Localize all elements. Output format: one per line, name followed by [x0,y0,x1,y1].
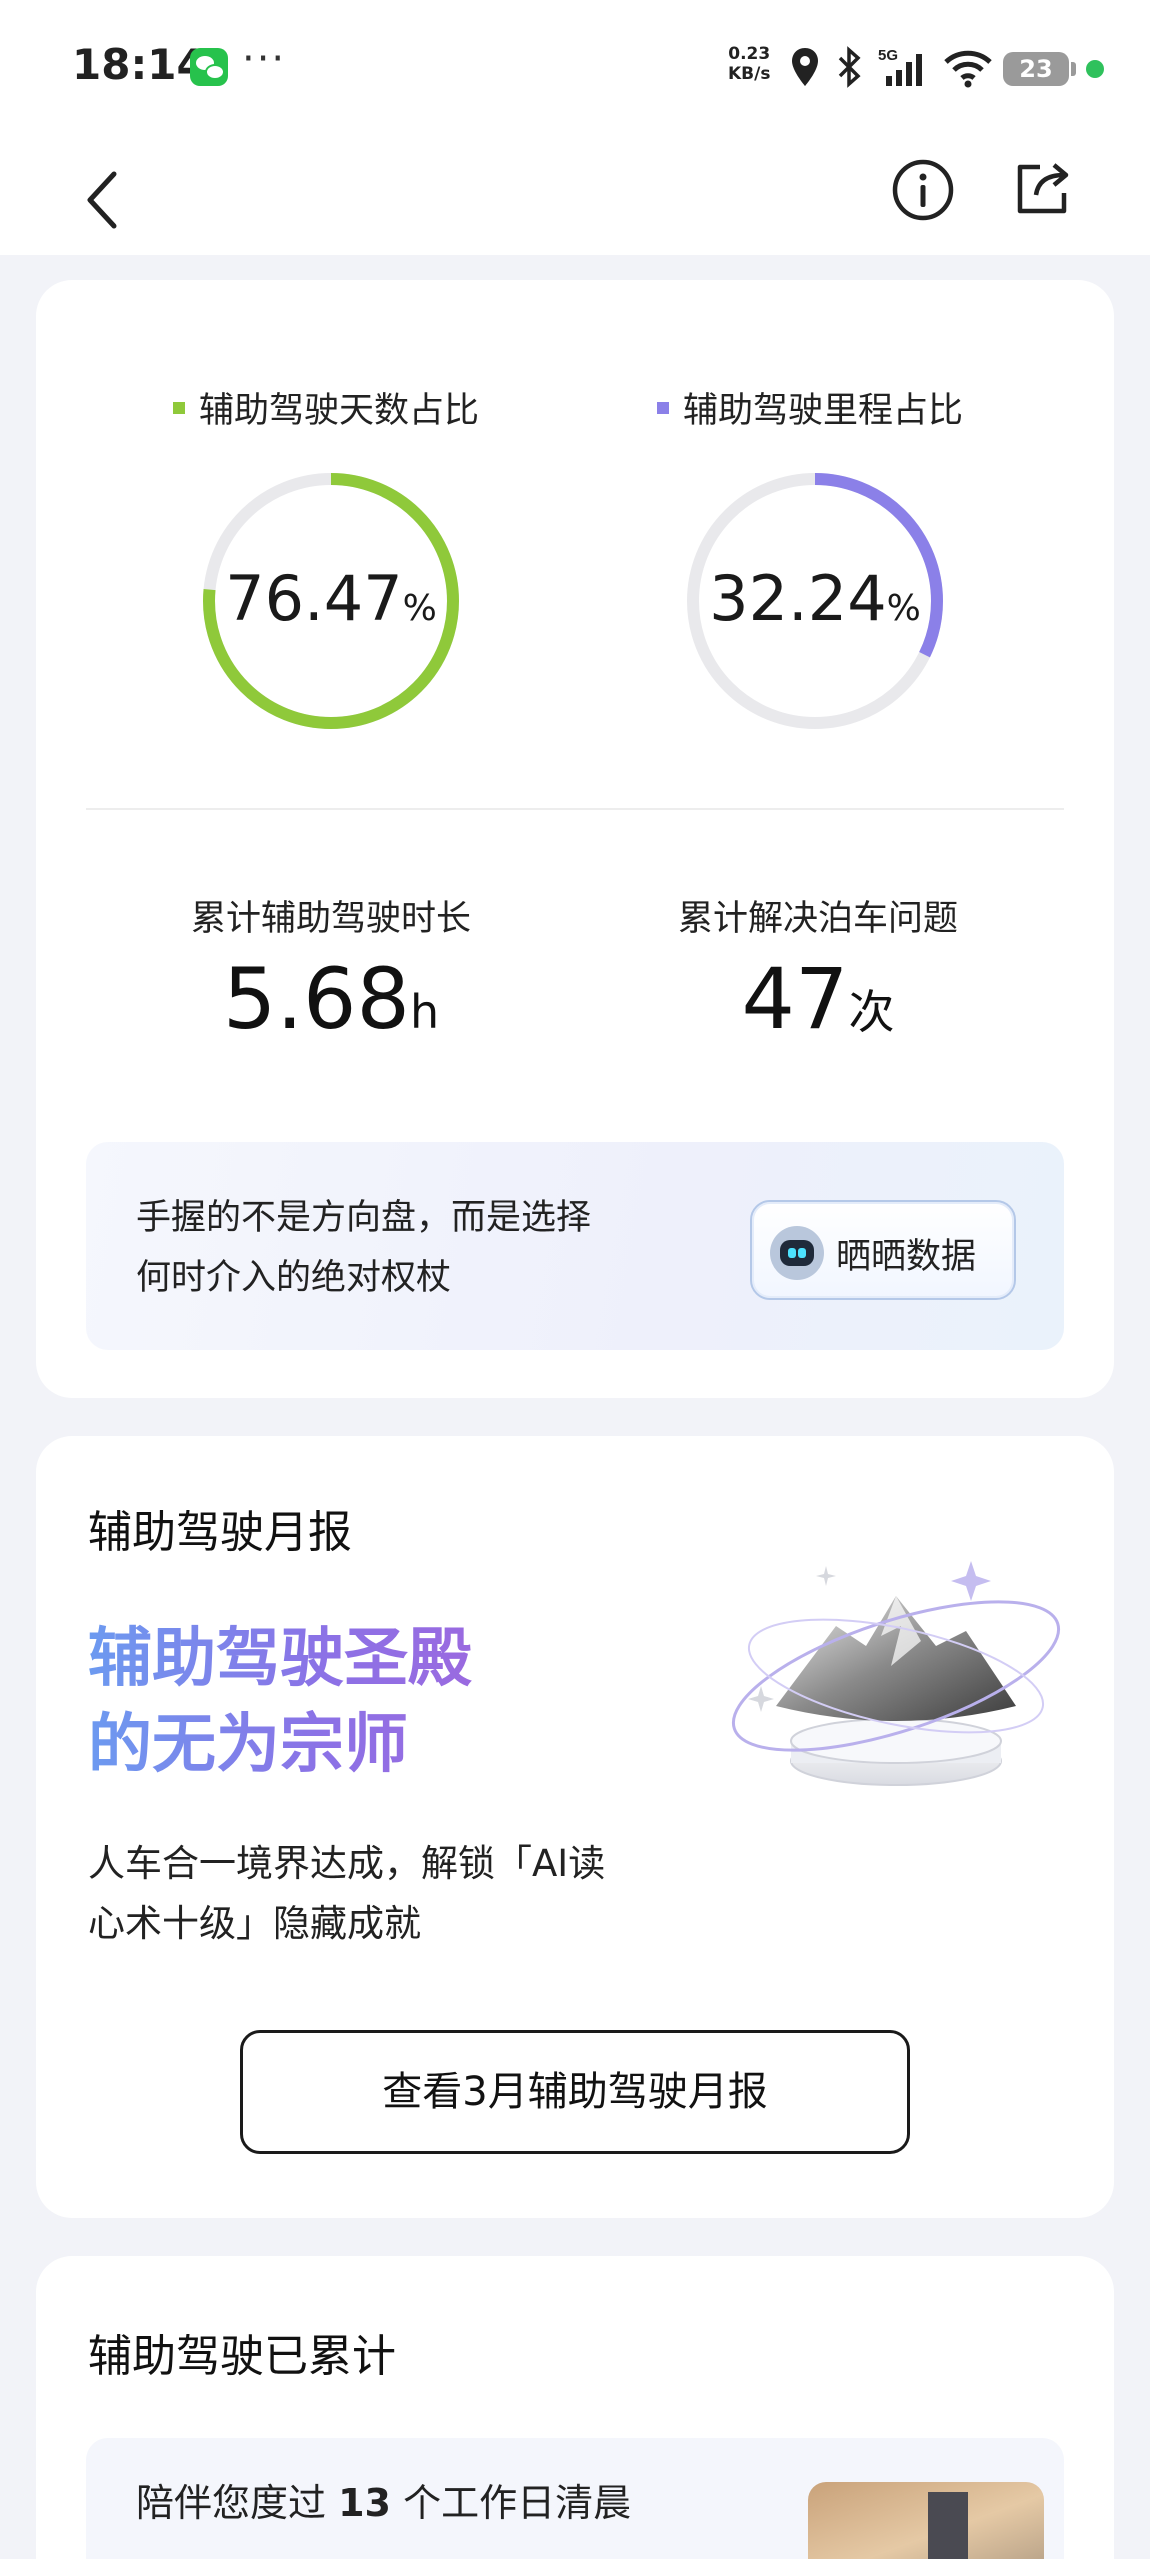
workday-text-suffix: 个工作日清晨 [390,2481,632,2525]
status-icons: 5G [790,44,994,90]
share-data-label: 晒晒数据 [836,1237,977,1277]
mountain-trophy-illustration [731,1561,1061,1786]
battery-indicator: 23 [1003,52,1076,86]
workday-morning-text: 陪伴您度过 13 个工作日清晨 [136,2472,631,2527]
monthly-report-card: 辅助驾驶月报 辅助驾驶圣殿 的无为宗师 人车合一境界达成，解锁「AI读 心术十级… [36,1436,1114,2218]
info-icon[interactable] [890,157,956,223]
quote-text: 手握的不是方向盘，而是选择 何时介入的绝对权杖 [136,1188,676,1308]
view-monthly-report-button[interactable]: 查看3月辅助驾驶月报 [240,2030,910,2154]
privacy-indicator-dot [1086,60,1104,78]
duration-unit: h [409,985,440,1039]
network-speed: 0.23 KB/s [728,44,770,84]
days-ratio-title: 辅助驾驶天数占比 [173,382,479,433]
city-morning-thumbnail [808,2482,1044,2559]
driving-summary-card: 辅助驾驶天数占比 76.47% 辅助驾驶里程占比 32.24% 累计辅助驾驶时长… [36,280,1114,1398]
mileage-ratio-value-group: 32.24% [655,562,975,635]
cumulative-heading: 辅助驾驶已累计 [88,2331,396,2382]
workday-count: 13 [338,2481,391,2525]
days-ratio-value: 76.47 [225,562,403,635]
summary-divider [86,808,1064,810]
parking-label: 累计解决泊车问题 [677,899,958,939]
share-data-button[interactable]: 晒晒数据 [750,1200,1016,1300]
location-icon [792,48,818,86]
wechat-notification-icon [190,48,228,86]
signal-5g-icon: 5G [878,47,922,86]
bluetooth-icon [838,46,861,88]
days-ratio-legend-dot [173,401,185,414]
monthly-report-title-line-1: 辅助驾驶圣殿 [88,1622,472,1696]
monthly-report-description: 人车合一境界达成，解锁「AI读 心术十级」隐藏成就 [88,1834,708,1954]
days-ratio-unit: % [402,588,437,629]
status-bar: 18:14 ··· 0.23 KB/s 5G 23 [0,0,1150,135]
workday-morning-banner: 陪伴您度过 13 个工作日清晨 [86,2438,1064,2559]
mileage-ratio-unit: % [886,588,921,629]
status-time: 18:14 [72,40,206,89]
svg-text:5G: 5G [878,47,898,64]
duration-value-group: 5.68h [121,950,541,1048]
mileage-ratio-label: 辅助驾驶里程占比 [683,391,964,431]
cumulative-card: 辅助驾驶已累计 陪伴您度过 13 个工作日清晨 [36,2256,1114,2559]
duration-value: 5.68 [222,950,410,1048]
days-ratio-value-group: 76.47% [171,562,491,635]
network-speed-value: 0.23 [728,44,771,64]
monthly-report-title-line-2: 的无为宗师 [88,1708,408,1782]
monthly-report-title: 辅助驾驶圣殿 的无为宗师 [88,1616,472,1788]
quote-line-1: 手握的不是方向盘，而是选择 [136,1198,592,1238]
quote-line-2: 何时介入的绝对权杖 [136,1258,452,1298]
duration-label: 累计辅助驾驶时长 [190,899,471,939]
wifi-icon [944,50,992,88]
parking-value: 47 [741,950,849,1048]
quote-banner: 手握的不是方向盘，而是选择 何时介入的绝对权杖 晒晒数据 [86,1142,1064,1350]
share-icon[interactable] [1010,155,1076,221]
network-speed-unit: KB/s [728,64,771,84]
monthly-report-desc-line-2: 心术十级」隐藏成就 [88,1902,421,1945]
monthly-report-desc-line-1: 人车合一境界达成，解锁「AI读 [88,1842,606,1885]
more-notifications-icon: ··· [242,36,287,82]
mileage-ratio-value: 32.24 [709,562,887,635]
monthly-report-heading: 辅助驾驶月报 [88,1507,352,1558]
workday-text-prefix: 陪伴您度过 [136,2481,339,2525]
parking-value-group: 47次 [608,950,1028,1048]
days-ratio-label: 辅助驾驶天数占比 [199,391,480,431]
back-arrow-icon[interactable] [72,160,132,240]
mileage-ratio-title: 辅助驾驶里程占比 [657,382,963,433]
top-navigation-bar [0,135,1150,255]
mileage-ratio-legend-dot [657,401,669,414]
robot-avatar-icon [770,1226,824,1280]
parking-unit: 次 [848,985,895,1039]
